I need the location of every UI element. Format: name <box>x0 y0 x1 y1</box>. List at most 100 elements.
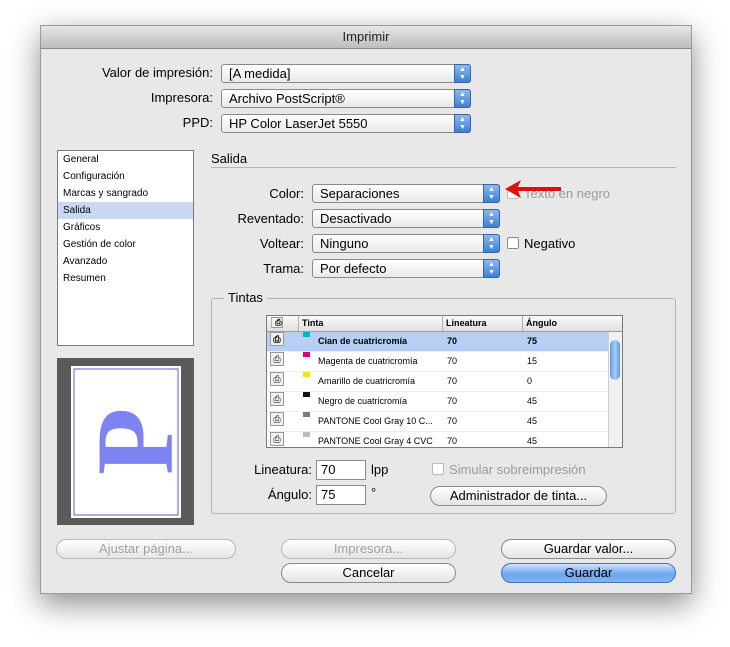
table-row[interactable]: ⎙ Cian de cuatricromía 70 75 <box>267 332 622 352</box>
ink-swatch <box>303 352 310 357</box>
printer-icon[interactable]: ⎙ <box>270 332 284 346</box>
ink-frequency: 70 <box>447 416 458 426</box>
ink-frequency: 70 <box>447 436 458 446</box>
save-preset-button[interactable]: Guardar valor... <box>501 539 676 559</box>
frequency-unit: lpp <box>371 462 389 477</box>
cancel-button[interactable]: Cancelar <box>281 563 456 583</box>
angle-unit: ° <box>371 485 377 500</box>
ink-frequency: 70 <box>447 396 458 406</box>
ppd-value: HP Color LaserJet 5550 <box>229 116 368 131</box>
column-header-ink[interactable]: Tinta <box>298 316 442 331</box>
red-arrow-icon <box>505 180 561 198</box>
negative-checkbox[interactable] <box>507 237 519 249</box>
screening-label: Trama: <box>263 261 304 276</box>
printer-icon[interactable]: ⎙ <box>270 412 284 426</box>
simulate-overprint-label: Simular sobreimpresión <box>449 462 586 477</box>
sidebar-item-general[interactable]: General <box>58 151 193 168</box>
section-title: Salida <box>211 151 248 166</box>
sidebar-item-salida[interactable]: Salida <box>58 202 193 219</box>
negative-label: Negativo <box>524 236 576 251</box>
ink-angle: 15 <box>527 356 538 366</box>
ink-angle: 75 <box>527 336 538 346</box>
popup-arrows-icon: ▲ ▼ <box>483 184 500 203</box>
window-title: Imprimir <box>41 26 691 49</box>
ink-frequency: 70 <box>447 376 458 386</box>
sidebar-item-gestion-color[interactable]: Gestión de color <box>58 236 193 253</box>
table-row[interactable]: ⎙ Negro de cuatricromía 70 45 <box>267 392 622 412</box>
printer-value: Archivo PostScript® <box>229 91 345 106</box>
preview-letter: P <box>74 408 181 475</box>
printer-label: Impresora: <box>150 90 213 105</box>
angle-label: Ángulo: <box>267 487 312 502</box>
inks-scrollbar[interactable] <box>608 332 622 447</box>
printer-icon[interactable]: ⎙ <box>270 392 284 406</box>
frequency-field[interactable]: 70 <box>316 460 366 480</box>
simulate-overprint-checkbox[interactable] <box>432 463 444 475</box>
screening-value: Por defecto <box>320 261 387 276</box>
preset-value: [A medida] <box>229 66 291 81</box>
ink-frequency: 70 <box>447 336 458 346</box>
sidebar-item-resumen[interactable]: Resumen <box>58 270 193 287</box>
ink-angle: 45 <box>527 416 538 426</box>
column-header-frequency[interactable]: Lineatura <box>442 316 522 331</box>
popup-arrows-icon: ▲ ▼ <box>483 234 500 253</box>
trapping-popup[interactable]: Desactivado ▲ ▼ <box>312 209 500 228</box>
trapping-label: Reventado: <box>237 211 305 226</box>
printer-icon: ⎙ <box>271 317 283 328</box>
inks-table: ⎙ Tinta Lineatura Ángulo ⎙ Cian de cuatr… <box>266 315 623 448</box>
ink-name: Negro de cuatricromía <box>318 396 408 406</box>
table-row[interactable]: ⎙ Magenta de cuatricromía 70 15 <box>267 352 622 372</box>
popup-arrows-icon: ▲ ▼ <box>454 64 471 83</box>
ink-swatch <box>303 332 310 337</box>
printer-icon[interactable]: ⎙ <box>270 372 284 386</box>
fit-page-button[interactable]: Ajustar página... <box>56 539 236 559</box>
ink-angle: 0 <box>527 376 533 386</box>
ink-swatch <box>303 392 310 397</box>
preview-page: P <box>71 366 196 518</box>
sidebar-item-configuracion[interactable]: Configuración <box>58 168 193 185</box>
table-row[interactable]: ⎙ Amarillo de cuatricromía 70 0 <box>267 372 622 392</box>
table-row[interactable]: ⎙ PANTONE Cool Gray 4 CVC 70 45 <box>267 432 622 447</box>
sidebar-item-marcas[interactable]: Marcas y sangrado <box>58 185 193 202</box>
flip-popup[interactable]: Ninguno ▲ ▼ <box>312 234 500 253</box>
printer-button[interactable]: Impresora... <box>281 539 456 559</box>
color-popup[interactable]: Separaciones ▲ ▼ <box>312 184 500 203</box>
preview-graphic: P <box>73 368 196 516</box>
screening-popup[interactable]: Por defecto ▲ ▼ <box>312 259 500 278</box>
ppd-popup[interactable]: HP Color LaserJet 5550 ▲ ▼ <box>221 114 471 133</box>
frequency-label: Lineatura: <box>254 462 312 477</box>
color-value: Separaciones <box>320 186 400 201</box>
print-dialog: Imprimir Valor de impresión: [A medida] … <box>40 25 692 594</box>
ink-swatch <box>303 372 310 377</box>
ink-frequency: 70 <box>447 356 458 366</box>
table-row[interactable]: ⎙ PANTONE Cool Gray 10 C... 70 45 <box>267 412 622 432</box>
column-header-angle[interactable]: Ángulo <box>522 316 606 331</box>
inks-group-title: Tintas <box>224 290 267 305</box>
ink-swatch <box>303 432 310 437</box>
color-label: Color: <box>269 186 304 201</box>
scrollbar-thumb[interactable] <box>610 340 620 380</box>
ink-name: PANTONE Cool Gray 10 C... <box>318 416 433 426</box>
preset-popup[interactable]: [A medida] ▲ ▼ <box>221 64 471 83</box>
ink-name: Magenta de cuatricromía <box>318 356 418 366</box>
printer-icon[interactable]: ⎙ <box>270 352 284 366</box>
angle-field[interactable]: 75 <box>316 485 366 505</box>
printer-icon[interactable]: ⎙ <box>270 432 284 446</box>
table-header: ⎙ Tinta Lineatura Ángulo <box>267 316 622 332</box>
ppd-label: PPD: <box>182 115 213 130</box>
sidebar-item-avanzado[interactable]: Avanzado <box>58 253 193 270</box>
preset-label: Valor de impresión: <box>101 65 213 80</box>
popup-arrows-icon: ▲ ▼ <box>483 259 500 278</box>
ink-angle: 45 <box>527 436 538 446</box>
ink-angle: 45 <box>527 396 538 406</box>
printer-popup[interactable]: Archivo PostScript® ▲ ▼ <box>221 89 471 108</box>
ink-name: Amarillo de cuatricromía <box>318 376 416 386</box>
flip-value: Ninguno <box>320 236 369 251</box>
flip-label: Voltear: <box>259 236 304 251</box>
ink-manager-button[interactable]: Administrador de tinta... <box>430 486 607 506</box>
trapping-value: Desactivado <box>320 211 392 226</box>
popup-arrows-icon: ▲ ▼ <box>483 209 500 228</box>
save-button[interactable]: Guardar <box>501 563 676 583</box>
sidebar-item-graficos[interactable]: Gráficos <box>58 219 193 236</box>
printer-column-header: ⎙ <box>267 316 297 331</box>
